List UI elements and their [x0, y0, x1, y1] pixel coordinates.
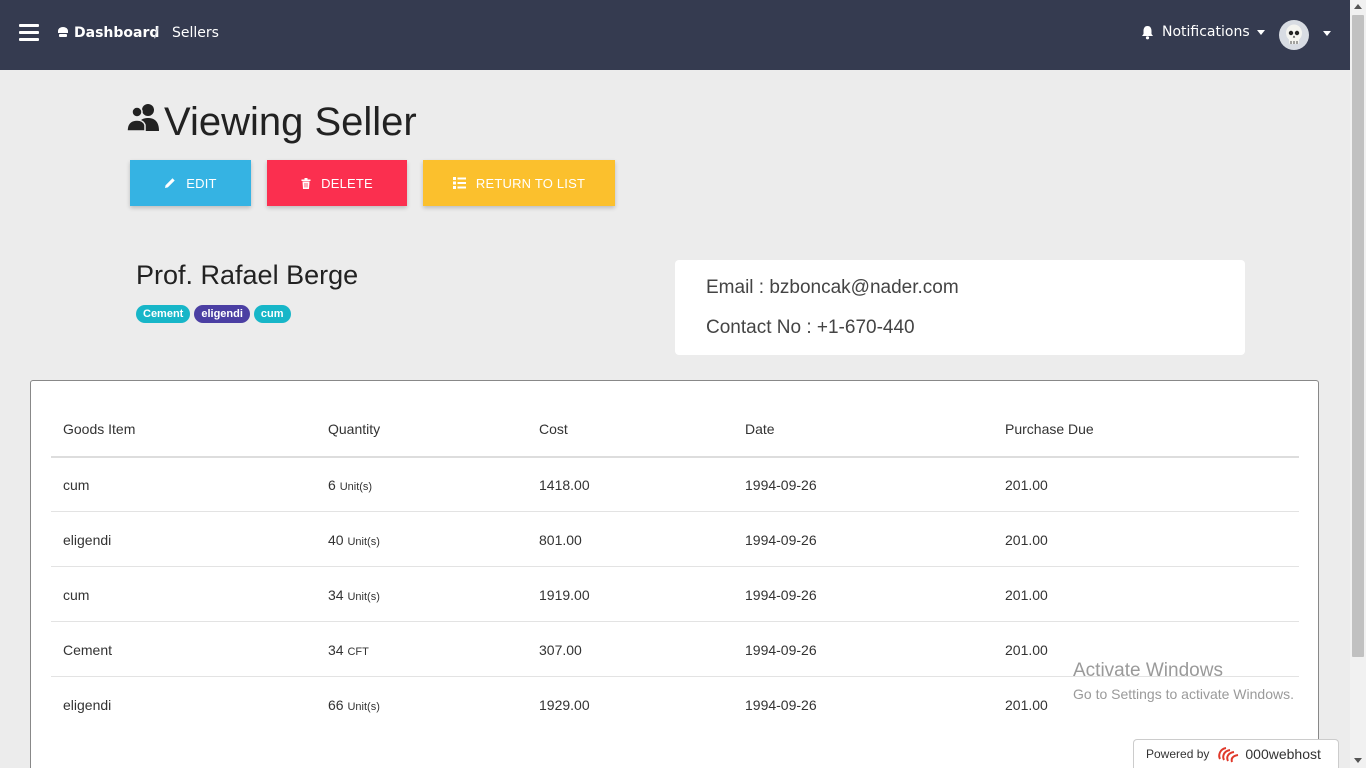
table-header-divider: [51, 456, 1299, 458]
cell-goods-item: eligendi: [63, 697, 112, 713]
cell-quantity: 6 Unit(s): [328, 477, 372, 493]
cell-cost: 307.00: [539, 642, 582, 658]
cell-quantity: 34 Unit(s): [328, 587, 380, 603]
row-divider: [51, 511, 1299, 512]
tag-badge: cum: [253, 305, 291, 323]
tag-badge: Cement: [136, 305, 191, 323]
contact-card: Email : bzboncak@nader.com Contact No : …: [675, 260, 1245, 355]
pencil-icon: [165, 178, 175, 188]
watermark-title: Activate Windows: [1073, 660, 1223, 681]
cell-date: 1994-09-26: [745, 642, 817, 658]
dashboard-icon: [58, 27, 68, 37]
column-header-cost[interactable]: Cost: [539, 421, 568, 437]
webhost-brand: 000webhost: [1245, 746, 1321, 762]
seller-contact-number: Contact No : +1-670-440: [706, 317, 915, 338]
purchases-table: Goods Item Quantity Cost Date Purchase D…: [30, 380, 1319, 768]
column-header-purchase-due[interactable]: Purchase Due: [1005, 421, 1094, 437]
cell-goods-item: Cement: [63, 642, 113, 658]
column-header-quantity[interactable]: Quantity: [328, 421, 380, 437]
delete-button[interactable]: DELETE: [267, 160, 407, 206]
webhost-logo-icon: [1218, 747, 1239, 763]
notifications-dropdown[interactable]: Notifications: [1140, 22, 1265, 42]
cell-goods-item: cum: [63, 587, 90, 603]
bell-icon: [1142, 25, 1153, 39]
chevron-down-icon: [1256, 29, 1265, 35]
cell-cost: 1418.00: [539, 477, 590, 493]
quantity-value: 6: [328, 477, 336, 493]
scroll-down-arrow-icon[interactable]: [1354, 758, 1362, 763]
top-navbar: Dashboard / Sellers Notifications: [0, 0, 1350, 70]
powered-by-label: Powered by: [1146, 747, 1210, 761]
cell-date: 1994-09-26: [745, 532, 817, 548]
activate-windows-watermark: Activate Windows Go to Settings to activ…: [1073, 660, 1294, 702]
watermark-subtitle: Go to Settings to activate Windows.: [1073, 686, 1294, 702]
cell-purchase-due: 201.00: [1005, 587, 1048, 603]
column-header-goods-item[interactable]: Goods Item: [63, 421, 135, 437]
cell-date: 1994-09-26: [745, 477, 817, 493]
edit-button[interactable]: EDIT: [130, 160, 251, 206]
page-scrollbar-thumb[interactable]: [1352, 15, 1364, 657]
users-icon: [126, 104, 159, 132]
skull-icon: [1286, 24, 1302, 44]
powered-by-badge[interactable]: Powered by 000webhost: [1133, 739, 1339, 768]
menu-toggle-icon[interactable]: [19, 24, 39, 44]
quantity-value: 40: [328, 532, 344, 548]
seller-email: Email : bzboncak@nader.com: [706, 277, 959, 298]
quantity-value: 66: [328, 697, 344, 713]
trash-icon: [301, 177, 311, 189]
cell-quantity: 66 Unit(s): [328, 697, 380, 713]
quantity-value: 34: [328, 587, 344, 603]
seller-name: Prof. Rafael Berge: [136, 260, 359, 290]
cell-purchase-due: 201.00: [1005, 477, 1048, 493]
cell-cost: 801.00: [539, 532, 582, 548]
list-icon: [452, 177, 466, 189]
cell-cost: 1929.00: [539, 697, 590, 713]
cell-quantity: 34 CFT: [328, 642, 369, 658]
cell-date: 1994-09-26: [745, 697, 817, 713]
delete-button-label: DELETE: [321, 175, 373, 191]
cell-purchase-due: 201.00: [1005, 697, 1048, 713]
return-to-list-button-label: RETURN TO LIST: [475, 175, 586, 191]
notifications-label: Notifications: [1162, 24, 1250, 40]
quantity-unit: Unit(s): [347, 591, 380, 603]
scroll-up-arrow-icon[interactable]: [1354, 4, 1362, 9]
user-avatar[interactable]: [1279, 20, 1309, 50]
column-header-date[interactable]: Date: [745, 421, 775, 437]
user-menu-chevron-icon[interactable]: [1323, 31, 1331, 36]
cell-date: 1994-09-26: [745, 587, 817, 603]
edit-button-label: EDIT: [186, 175, 217, 191]
row-divider: [51, 566, 1299, 567]
cell-goods-item: cum: [63, 477, 90, 493]
cell-quantity: 40 Unit(s): [328, 532, 380, 548]
breadcrumb-current: Sellers: [172, 25, 219, 41]
cell-purchase-due: 201.00: [1005, 532, 1048, 548]
quantity-unit: CFT: [347, 646, 369, 658]
quantity-unit: Unit(s): [347, 536, 380, 548]
quantity-value: 34: [328, 642, 344, 658]
seller-tags: Cement eligendi cum: [136, 305, 291, 323]
page-title: Viewing Seller: [164, 100, 417, 144]
breadcrumb-separator: /: [154, 25, 159, 41]
quantity-unit: Unit(s): [339, 481, 373, 493]
return-to-list-button[interactable]: RETURN TO LIST: [423, 160, 615, 206]
breadcrumb-dashboard-link[interactable]: Dashboard: [74, 25, 159, 41]
row-divider: [51, 621, 1299, 622]
cell-cost: 1919.00: [539, 587, 590, 603]
quantity-unit: Unit(s): [347, 701, 380, 713]
cell-purchase-due: 201.00: [1005, 642, 1048, 658]
tag-badge: eligendi: [194, 305, 250, 323]
cell-goods-item: eligendi: [63, 532, 112, 548]
